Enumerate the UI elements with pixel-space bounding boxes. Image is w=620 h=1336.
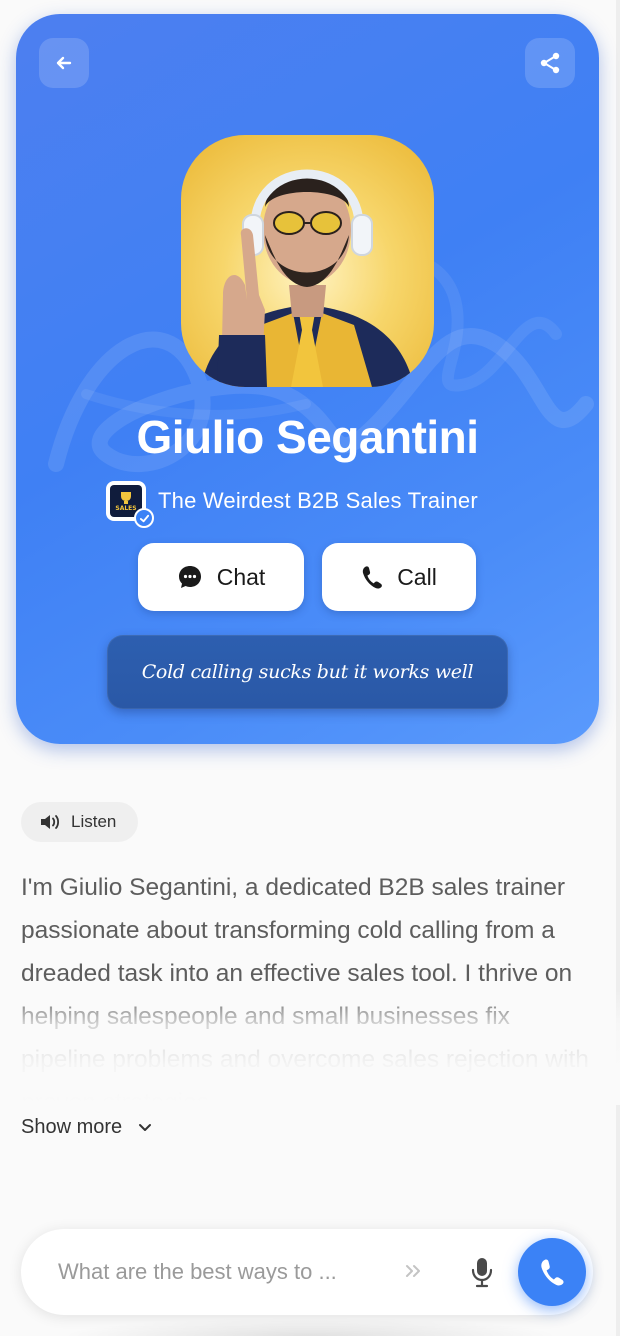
listen-button[interactable]: Listen [21, 802, 138, 842]
brand-logo: SALES [106, 481, 154, 528]
avatar [181, 135, 434, 387]
back-button[interactable] [39, 38, 89, 88]
message-input[interactable] [58, 1252, 393, 1292]
speaker-icon [41, 815, 59, 829]
call-button[interactable]: Call [322, 543, 476, 611]
chevron-down-icon [139, 1124, 152, 1131]
page: Giulio Segantini SALES The Weirdest B2B … [0, 0, 620, 1336]
call-button-label: Call [397, 563, 437, 590]
chat-button[interactable]: Chat [138, 543, 304, 611]
subtitle-row: SALES The Weirdest B2B Sales Trainer [106, 481, 478, 528]
tagline-text: Cold calling sucks but it works well [141, 661, 474, 683]
show-more-label: Show more [21, 1115, 123, 1138]
voice-call-button[interactable] [518, 1238, 586, 1306]
phone-icon [363, 566, 383, 589]
profile-hero-card: Giulio Segantini SALES The Weirdest B2B … [16, 14, 599, 744]
send-button[interactable] [404, 1259, 424, 1283]
profile-name: Giulio Segantini [136, 411, 479, 463]
share-icon [540, 52, 560, 74]
microphone-icon [471, 1258, 493, 1288]
tagline-box: Cold calling sucks but it works well [107, 635, 508, 709]
phone-icon [541, 1259, 564, 1286]
scrollbar[interactable] [616, 0, 620, 1336]
show-more-button[interactable]: Show more [21, 1112, 152, 1142]
profile-subtitle: The Weirdest B2B Sales Trainer [158, 488, 478, 513]
trophy-icon [121, 491, 131, 504]
verified-badge [134, 508, 154, 528]
chat-bubble-icon [178, 566, 201, 588]
avatar-portrait [201, 169, 414, 387]
double-chevron-icon [406, 1265, 420, 1277]
checkmark-icon [139, 514, 149, 522]
share-button[interactable] [525, 38, 575, 88]
arrow-left-icon [56, 56, 72, 70]
bio-fade-overlay [0, 990, 620, 1105]
chat-button-label: Chat [216, 563, 266, 590]
message-composer [21, 1229, 593, 1315]
listen-label: Listen [71, 812, 117, 831]
mic-button[interactable] [469, 1256, 495, 1288]
bottom-shadow [60, 1318, 560, 1336]
brand-logo-text: SALES [115, 504, 137, 512]
